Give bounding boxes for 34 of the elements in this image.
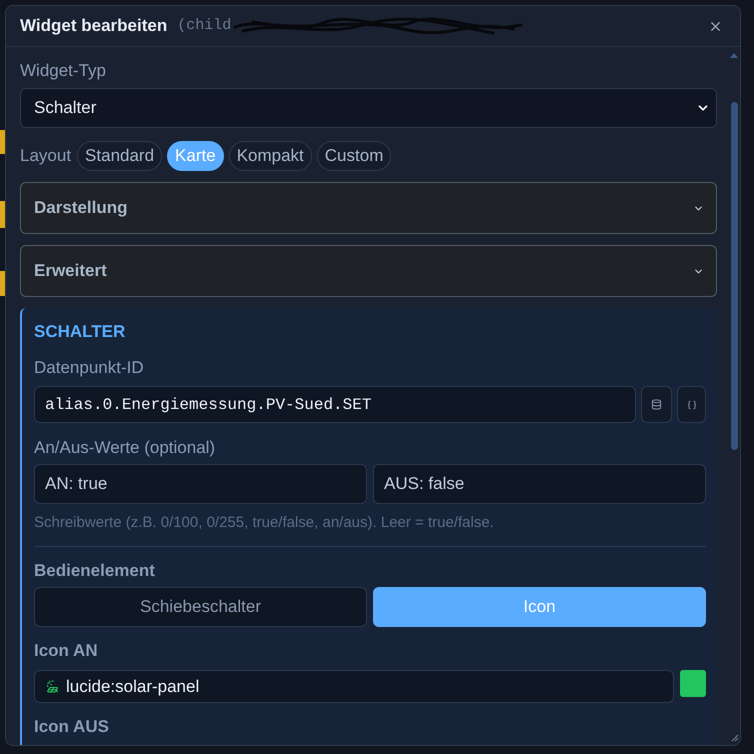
color-swatch-icon[interactable] [680,670,706,697]
code-button[interactable] [677,386,706,423]
datapoint-input[interactable]: alias.0.Energiemessung.PV-Sued.SET [34,386,636,423]
widget-type-select[interactable]: Schalter [20,88,717,128]
solar-panel-icon [46,680,59,693]
accordion-header[interactable]: Darstellung [20,182,717,234]
accent-bar [0,130,5,154]
scrollbar-thumb[interactable] [730,102,738,450]
control-option[interactable]: Schiebeschalter [34,587,367,627]
accordion-header[interactable]: Erweitert [20,245,717,297]
resize-grip-icon[interactable] [729,732,739,742]
icon-input-field[interactable]: lucide:solar-panel [34,670,674,703]
database-icon [651,399,662,410]
field-label: Layout [20,145,72,168]
hint-text: Schreibwerte (z.B. 0/100, 0/255, true/false, an/aus). Leer = true/false. [34,513,494,533]
layout-tab[interactable]: Standard [77,141,162,171]
field-label: An/Aus-Werte (optional) [34,437,216,459]
layout-tab[interactable]: Kompakt [228,141,312,171]
field-label: Widget-Typ [20,60,106,82]
field-label: Icon AN [34,640,98,662]
section-title: SCHALTER [34,321,126,343]
field-label: Icon AUS [34,716,109,738]
on-value-input[interactable]: AN: true [34,464,367,504]
accent-bar [0,201,5,228]
accent-bar [0,271,5,296]
field-label: Datenpunkt-ID [34,357,144,379]
database-button[interactable] [641,386,672,423]
dialog-title: Widget bearbeiten [20,15,168,38]
scroll-up-icon[interactable] [730,53,738,58]
layout-tab[interactable]: Custom [316,141,392,171]
dialog-subtitle: (child [177,16,232,36]
braces-icon [686,400,696,410]
off-value-input[interactable]: AUS: false [373,464,706,504]
field-label: Bedienelement [34,560,155,582]
